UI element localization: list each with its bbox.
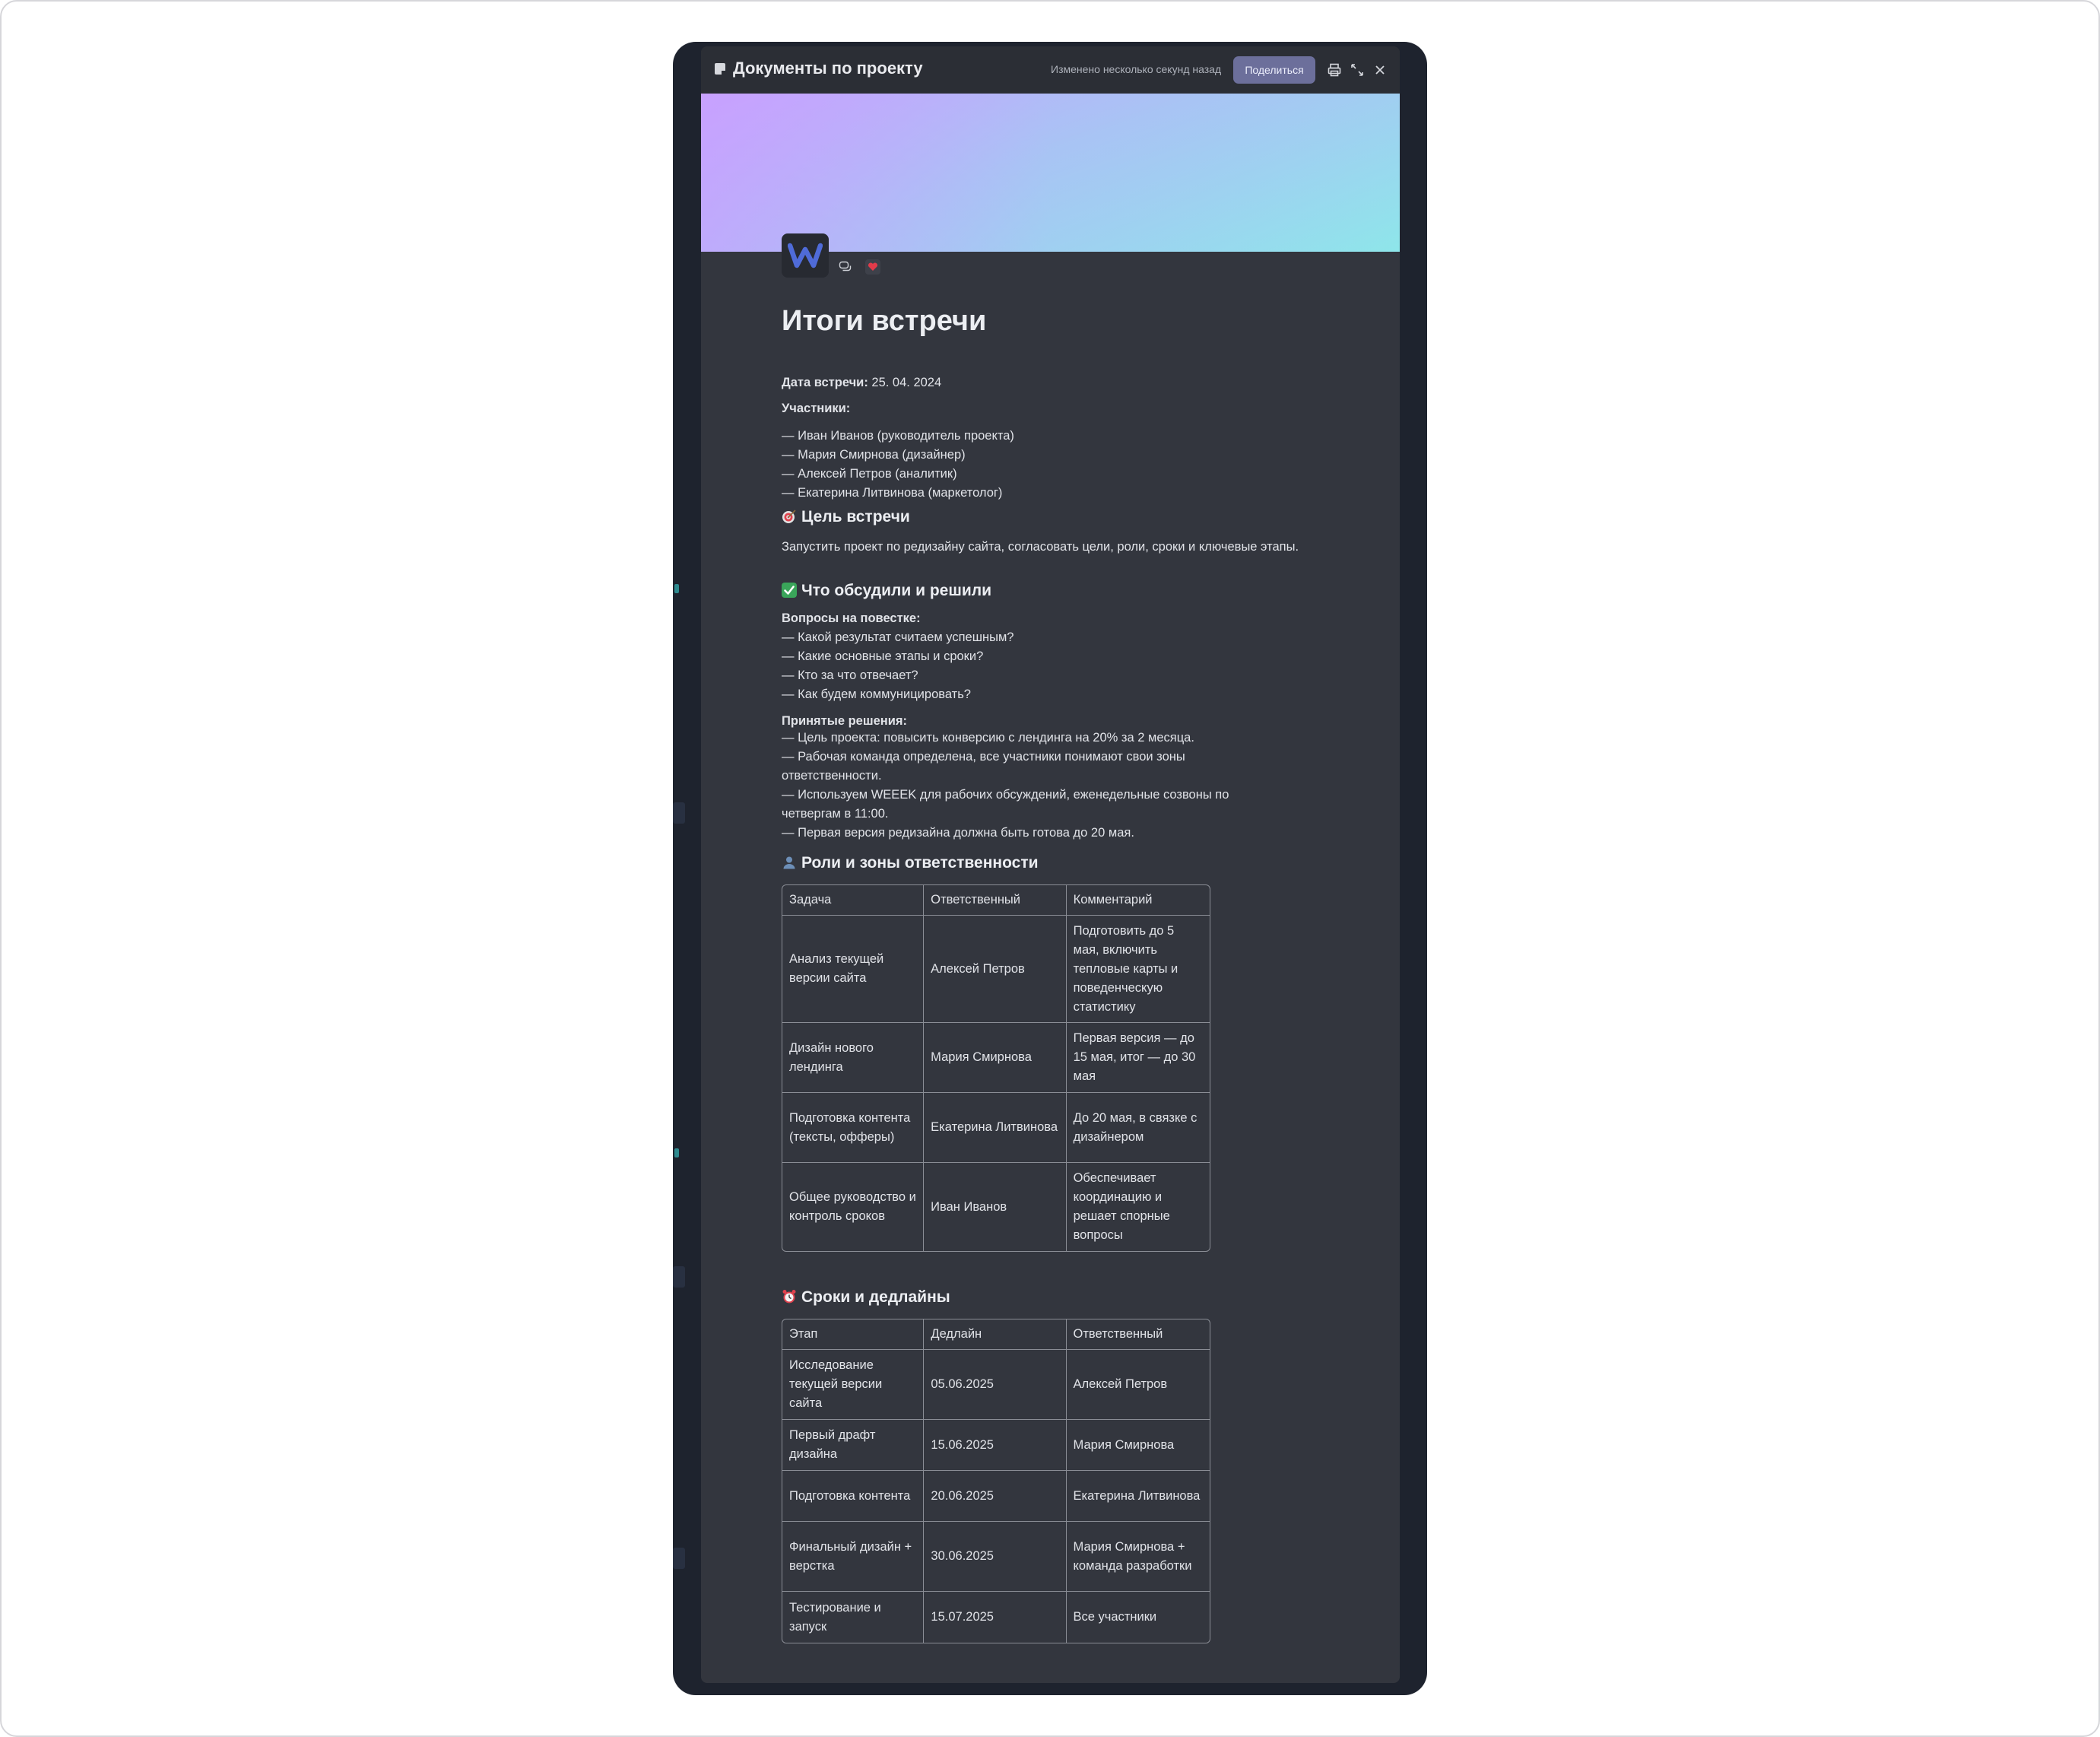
table-cell: Подготовка контента (тексты, офферы) [782, 1093, 925, 1163]
discussed-heading: Что обсудили и решили [782, 582, 991, 600]
deadlines-heading-text: Сроки и дедлайны [801, 1288, 950, 1306]
discussed-heading-text: Что обсудили и решили [801, 582, 992, 599]
table-cell: Екатерина Литвинова [924, 1093, 1067, 1163]
table-cell: Мария Смирнова [924, 1023, 1067, 1093]
table-cell: До 20 мая, в связке с дизайнером [1066, 1093, 1210, 1163]
table-cell: Подготовить до 5 мая, включить тепловые … [1066, 916, 1210, 1023]
table-cell: Обеспечивает координацию и решает спорны… [1073, 1171, 1170, 1242]
goal-heading: Цель встречи [782, 508, 910, 526]
decisions-list: — Цель проекта: повысить конверсию с лен… [782, 729, 1314, 843]
decision-item: — Рабочая команда определена, все участн… [782, 750, 1185, 783]
heart-icon[interactable] [864, 258, 882, 276]
table-cell: 05.06.2025 [924, 1350, 1067, 1420]
background-element [673, 1266, 685, 1288]
document-toolbar: Документы по проекту Изменено несколько … [701, 46, 1400, 94]
table-cell: 30.06.2025 [924, 1522, 1067, 1592]
roles-heading: Роли и зоны ответственности [782, 854, 1039, 872]
table-cell: Первая версия — до 15 мая, итог — до 30 … [1066, 1023, 1210, 1093]
page-logo[interactable] [782, 233, 829, 278]
table-header-cell: Комментарий [1066, 885, 1210, 916]
table-cell: Екатерина Литвинова [1066, 1471, 1210, 1522]
check-emoji [782, 583, 797, 598]
table-header-cell: Ответственный [1066, 1319, 1210, 1350]
table-row: Первый драфт дизайна 15.06.2025 Мария См… [782, 1420, 1210, 1471]
agenda-item: — Какой результат считаем успешным? [782, 630, 1014, 644]
deadlines-table: Этап Дедлайн Ответственный Исследование … [782, 1319, 1210, 1643]
modified-status: Изменено несколько секунд назад [1051, 63, 1222, 75]
participant-item: — Алексей Петров (аналитик) [782, 467, 957, 481]
table-cell: Тестирование и запуск [782, 1592, 925, 1643]
comment-icon[interactable] [836, 258, 855, 276]
table-header-cell: Задача [782, 885, 925, 916]
table-cell: Первый драфт дизайна [782, 1420, 925, 1471]
close-icon[interactable] [1370, 60, 1390, 80]
table-header-cell: Этап [782, 1319, 925, 1350]
date-value: 25. 04. 2024 [868, 376, 942, 389]
weeek-logo-icon [788, 243, 823, 268]
print-icon[interactable] [1324, 60, 1344, 80]
document-modal-window: Документы по проекту Изменено несколько … [673, 42, 1427, 1695]
table-row: Дизайн нового лендинга Мария Смирнова Пе… [782, 1023, 1210, 1093]
participant-item: — Иван Иванов (руководитель проекта) [782, 429, 1014, 443]
table-cell: Исследование текущей версии сайта [782, 1350, 925, 1420]
table-cell: Мария Смирнова + команда разработки [1066, 1522, 1210, 1592]
table-cell: Все участники [1073, 1610, 1157, 1624]
goal-heading-text: Цель встречи [801, 508, 910, 526]
table-header-row: Задача Ответственный Комментарий [782, 885, 1210, 916]
table-row: Исследование текущей версии сайта 05.06.… [782, 1350, 1210, 1420]
roles-table: Задача Ответственный Комментарий Анализ … [782, 884, 1210, 1252]
table-cell: Анализ текущей версии сайта [782, 916, 925, 1023]
document-panel: Документы по проекту Изменено несколько … [701, 46, 1400, 1683]
background-element [673, 802, 685, 824]
table-cell: Общее руководство и контроль сроков [782, 1163, 925, 1251]
agenda-item: — Как будем коммуницировать? [782, 687, 971, 701]
decision-item: — Используем WEEEK для рабочих обсуждени… [782, 788, 1229, 821]
cover-image [701, 94, 1400, 252]
alarm-clock-emoji [782, 1290, 796, 1304]
table-header-row: Этап Дедлайн Ответственный [782, 1319, 1210, 1350]
table-row: Общее руководство и контроль сроков Иван… [782, 1163, 1210, 1251]
table-row: Финальный дизайн + верстка 30.06.2025 Ма… [782, 1522, 1210, 1592]
table-cell: Иван Иванов [924, 1163, 1067, 1251]
agenda-item: — Кто за что отвечает? [782, 668, 918, 682]
table-header-cell: Дедлайн [924, 1319, 1067, 1350]
roles-heading-text: Роли и зоны ответственности [801, 854, 1039, 872]
agenda-label: Вопросы на повестке: [782, 611, 921, 625]
table-cell: Подготовка контента [782, 1471, 925, 1522]
date-label: Дата встречи: [782, 376, 868, 389]
table-cell: 15.06.2025 [924, 1420, 1067, 1471]
document-title: Итоги встречи [782, 305, 987, 337]
decision-item: — Цель проекта: повысить конверсию с лен… [782, 731, 1194, 745]
document-icon [715, 63, 725, 75]
table-cell: 20.06.2025 [924, 1471, 1067, 1522]
table-cell: Алексей Петров [924, 916, 1067, 1023]
expand-icon[interactable] [1347, 60, 1367, 80]
table-cell: Дизайн нового лендинга [782, 1023, 925, 1093]
document-window-title: Документы по проекту [733, 59, 923, 78]
deadlines-heading: Сроки и дедлайны [782, 1288, 950, 1307]
table-cell: Финальный дизайн + верстка [782, 1522, 925, 1592]
participant-item: — Мария Смирнова (дизайнер) [782, 448, 966, 462]
table-row: Тестирование и запуск 15.07.2025 Все уча… [782, 1592, 1210, 1643]
target-emoji [782, 510, 796, 523]
background-marker [674, 584, 679, 593]
table-row: Подготовка контента 20.06.2025 Екатерина… [782, 1471, 1210, 1522]
decisions-label: Принятые решения: [782, 714, 908, 728]
table-cell: Алексей Петров [1066, 1350, 1210, 1420]
person-emoji [783, 856, 795, 869]
meeting-date: Дата встречи: 25. 04. 2024 [782, 376, 941, 390]
goal-text: Запустить проект по редизайну сайта, сог… [782, 540, 1299, 554]
table-row: Анализ текущей версии сайта Алексей Петр… [782, 916, 1210, 1023]
table-row: Подготовка контента (тексты, офферы) Ека… [782, 1093, 1210, 1163]
decision-item: — Первая версия редизайна должна быть го… [782, 826, 1134, 840]
agenda-item: — Какие основные этапы и сроки? [782, 649, 984, 663]
background-marker [674, 1148, 679, 1157]
table-cell: 15.07.2025 [924, 1592, 1067, 1643]
table-header-cell: Ответственный [924, 885, 1067, 916]
participant-item: — Екатерина Литвинова (маркетолог) [782, 486, 1003, 500]
share-button[interactable]: Поделиться [1233, 56, 1315, 84]
background-element [673, 1548, 685, 1569]
table-cell: Мария Смирнова [1066, 1420, 1210, 1471]
participants-label: Участники: [782, 402, 851, 415]
